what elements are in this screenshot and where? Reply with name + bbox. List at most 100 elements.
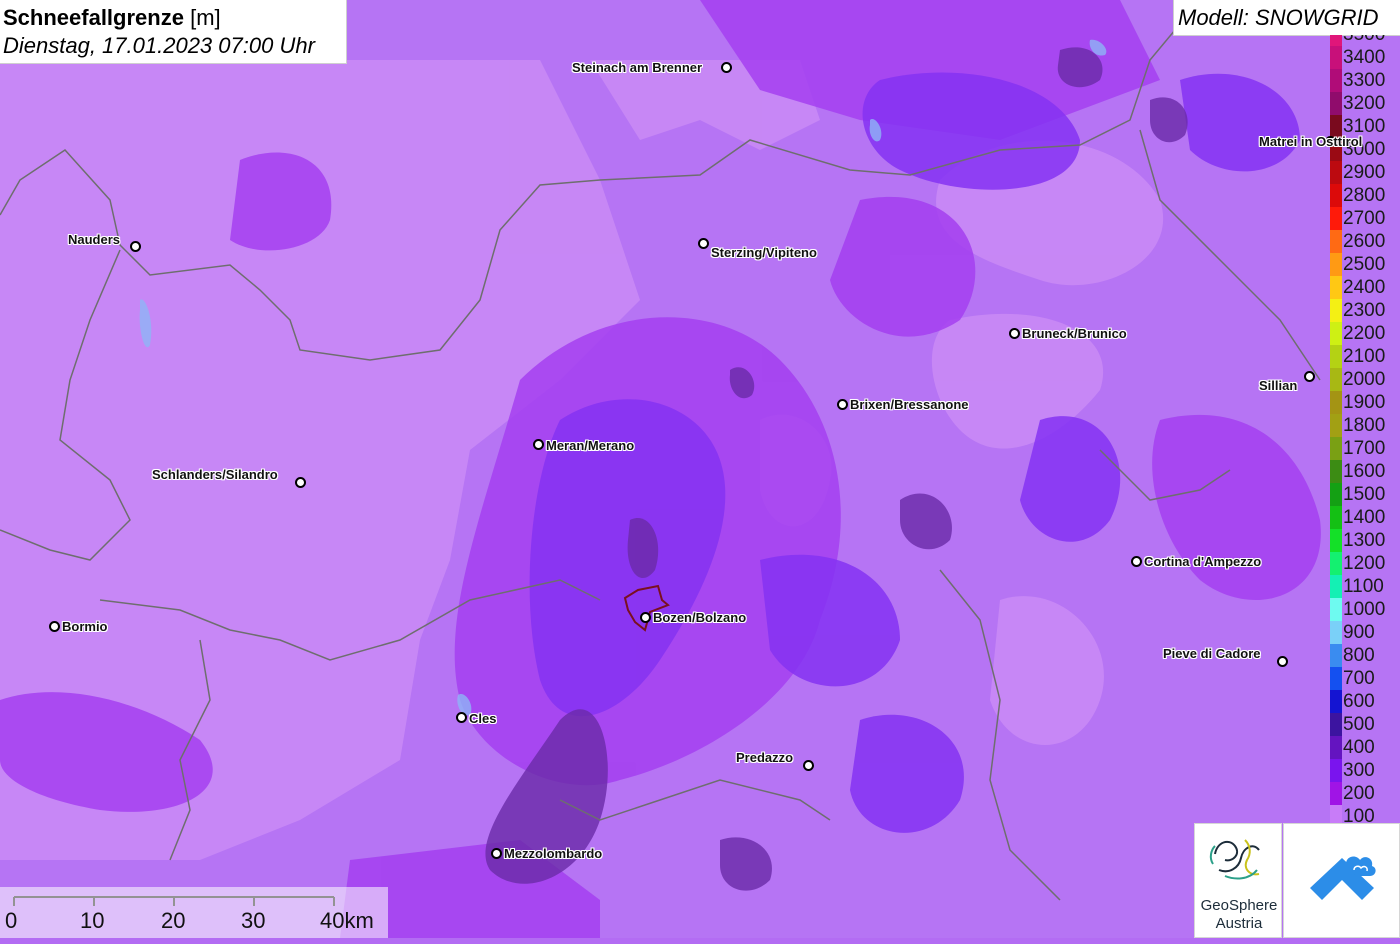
scale-tick-0: 0 bbox=[5, 908, 18, 933]
legend-item-3200: 3200 bbox=[1330, 92, 1400, 115]
legend-label: 3300 bbox=[1343, 70, 1386, 91]
geosphere-emblem-icon bbox=[1209, 839, 1260, 880]
city-label[interactable]: Matrei in Osttirol bbox=[1259, 134, 1362, 149]
legend-label: 1700 bbox=[1343, 438, 1386, 459]
legend-item-200: 200 bbox=[1330, 782, 1400, 805]
legend-label: 1500 bbox=[1343, 484, 1386, 505]
city-dot[interactable] bbox=[1277, 656, 1288, 667]
legend-item-500: 500 bbox=[1330, 713, 1400, 736]
legend-item-3500: 3500 bbox=[1330, 35, 1400, 46]
legend-swatch bbox=[1330, 322, 1342, 345]
city-dot[interactable] bbox=[698, 238, 709, 249]
legend-item-700: 700 bbox=[1330, 667, 1400, 690]
city-dot[interactable] bbox=[533, 439, 544, 450]
legend-label: 2200 bbox=[1343, 323, 1386, 344]
legend-label: 800 bbox=[1343, 645, 1375, 666]
city-dot[interactable] bbox=[1304, 371, 1315, 382]
model-label: Modell: SNOWGRID bbox=[1178, 5, 1379, 30]
legend-item-900: 900 bbox=[1330, 621, 1400, 644]
city-label[interactable]: Mezzolombardo bbox=[504, 846, 602, 861]
city-label[interactable]: Cles bbox=[469, 711, 496, 726]
legend-item-2300: 2300 bbox=[1330, 299, 1400, 322]
city-dot[interactable] bbox=[295, 477, 306, 488]
app-logo[interactable] bbox=[1283, 823, 1400, 938]
city-dot[interactable] bbox=[49, 621, 60, 632]
legend-label: 2000 bbox=[1343, 369, 1386, 390]
legend-item-2800: 2800 bbox=[1330, 184, 1400, 207]
city-label[interactable]: Nauders bbox=[68, 232, 120, 247]
map-datetime: Dienstag, 17.01.2023 07:00 Uhr bbox=[3, 33, 315, 58]
legend-swatch bbox=[1330, 667, 1342, 690]
legend-item-2900: 2900 bbox=[1330, 161, 1400, 184]
city-dot[interactable] bbox=[130, 241, 141, 252]
legend-label: 1400 bbox=[1343, 507, 1386, 528]
legend-label: 2800 bbox=[1343, 185, 1386, 206]
legend-item-1200: 1200 bbox=[1330, 552, 1400, 575]
legend-swatch bbox=[1330, 713, 1342, 736]
legend-item-1600: 1600 bbox=[1330, 460, 1400, 483]
city-label[interactable]: Steinach am Brenner bbox=[572, 60, 702, 75]
legend-label: 300 bbox=[1343, 760, 1375, 781]
color-legend: 3500340033003200310030002900280027002600… bbox=[1330, 35, 1400, 825]
legend-swatch bbox=[1330, 437, 1342, 460]
city-dot[interactable] bbox=[803, 760, 814, 771]
legend-label: 700 bbox=[1343, 668, 1375, 689]
legend-swatch bbox=[1330, 529, 1342, 552]
legend-item-1000: 1000 bbox=[1330, 598, 1400, 621]
city-label[interactable]: Bormio bbox=[62, 619, 108, 634]
legend-swatch bbox=[1330, 736, 1342, 759]
city-dot[interactable] bbox=[456, 712, 467, 723]
legend-label: 1200 bbox=[1343, 553, 1386, 574]
legend-swatch bbox=[1330, 368, 1342, 391]
legend-swatch bbox=[1330, 759, 1342, 782]
city-label[interactable]: Schlanders/Silandro bbox=[152, 467, 278, 482]
city-label[interactable]: Pieve di Cadore bbox=[1163, 646, 1261, 661]
legend-item-2600: 2600 bbox=[1330, 230, 1400, 253]
city-label[interactable]: Sillian bbox=[1259, 378, 1297, 393]
city-label[interactable]: Meran/Merano bbox=[546, 438, 634, 453]
legend-item-1900: 1900 bbox=[1330, 391, 1400, 414]
city-dot[interactable] bbox=[640, 612, 651, 623]
city-dot[interactable] bbox=[1009, 328, 1020, 339]
legend-item-2500: 2500 bbox=[1330, 253, 1400, 276]
legend-item-1500: 1500 bbox=[1330, 483, 1400, 506]
legend-swatch bbox=[1330, 644, 1342, 667]
map-title: Schneefallgrenze [m] bbox=[3, 5, 221, 30]
legend-swatch bbox=[1330, 230, 1342, 253]
legend-swatch bbox=[1330, 276, 1342, 299]
map-title-box: Schneefallgrenze [m] Dienstag, 17.01.202… bbox=[0, 0, 347, 64]
legend-swatch bbox=[1330, 299, 1342, 322]
city-dot[interactable] bbox=[721, 62, 732, 73]
geosphere-sub: Austria bbox=[1215, 915, 1263, 932]
legend-swatch bbox=[1330, 46, 1342, 69]
legend-swatch bbox=[1330, 690, 1342, 713]
scale-tick-20: 20 bbox=[161, 908, 186, 933]
legend-label: 2600 bbox=[1343, 231, 1386, 252]
legend-swatch bbox=[1330, 414, 1342, 437]
legend-item-2700: 2700 bbox=[1330, 207, 1400, 230]
legend-item-2200: 2200 bbox=[1330, 322, 1400, 345]
legend-swatch bbox=[1330, 207, 1342, 230]
legend-label: 500 bbox=[1343, 714, 1375, 735]
geosphere-logo[interactable]: GeoSphere Austria bbox=[1194, 823, 1282, 938]
legend-label: 2400 bbox=[1343, 277, 1386, 298]
legend-swatch bbox=[1330, 161, 1342, 184]
city-dot[interactable] bbox=[1131, 556, 1142, 567]
legend-label: 600 bbox=[1343, 691, 1375, 712]
city-label[interactable]: Bruneck/Brunico bbox=[1022, 326, 1127, 341]
city-dot[interactable] bbox=[491, 848, 502, 859]
city-label[interactable]: Predazzo bbox=[736, 750, 793, 765]
legend-swatch bbox=[1330, 552, 1342, 575]
legend-item-300: 300 bbox=[1330, 759, 1400, 782]
legend-label: 200 bbox=[1343, 783, 1375, 804]
legend-swatch bbox=[1330, 782, 1342, 805]
city-label[interactable]: Cortina d'Ampezzo bbox=[1144, 554, 1261, 569]
legend-item-2400: 2400 bbox=[1330, 276, 1400, 299]
city-label[interactable]: Bozen/Bolzano bbox=[653, 610, 746, 625]
city-dot[interactable] bbox=[837, 399, 848, 410]
legend-swatch bbox=[1330, 391, 1342, 414]
city-label[interactable]: Sterzing/Vipiteno bbox=[711, 245, 817, 260]
legend-swatch bbox=[1330, 575, 1342, 598]
legend-swatch bbox=[1330, 184, 1342, 207]
city-label[interactable]: Brixen/Bressanone bbox=[850, 397, 969, 412]
